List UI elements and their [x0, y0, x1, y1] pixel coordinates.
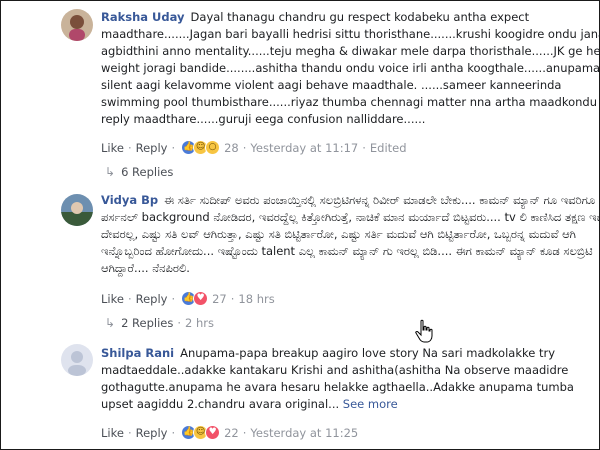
comment-text: Dayal thanagu chandru gu respect kodabek…	[101, 10, 600, 126]
comment-author[interactable]: Vidya Bp	[101, 193, 158, 207]
reply-arrow-icon: ↳	[105, 165, 116, 179]
comment-text: ಈ ಸರ್ತಿ ಸುದೀಪ್ ಅವರು ಪಂಚಾಯ್ತಿನಲ್ಲಿ ಸಲಬ್ರಿ…	[101, 193, 600, 275]
replies-count: 6 Replies	[121, 165, 174, 179]
timestamp[interactable]: Yesterday at 11:25	[250, 426, 358, 440]
like-button[interactable]: Like	[101, 292, 124, 306]
reply-arrow-icon: ↳	[105, 316, 116, 330]
reaction-count: 27	[212, 291, 227, 306]
edited-label[interactable]: Edited	[370, 141, 407, 155]
comment-author[interactable]: Raksha Uday	[101, 10, 185, 24]
separator: ·	[171, 140, 176, 155]
reply-button[interactable]: Reply	[136, 141, 168, 155]
love-reaction-icon: ♥	[193, 291, 209, 306]
separator: ·	[242, 425, 247, 440]
separator: ·	[171, 291, 176, 306]
separator: ·	[362, 140, 366, 155]
comment-author[interactable]: Shilpa Rani	[101, 346, 174, 360]
replies-count: 2 Replies	[121, 316, 174, 330]
comment-body: Shilpa Rani Anupama-papa breakup aagiro l…	[101, 345, 600, 413]
avatar[interactable]	[61, 9, 93, 41]
like-button[interactable]: Like	[101, 426, 124, 440]
reactions[interactable]: 👍 ☺ ♥	[181, 425, 221, 440]
separator: ·	[242, 140, 247, 155]
comments-panel: Raksha Uday Dayal thanagu chandru gu resp…	[0, 0, 600, 450]
love-reaction-icon: ♥	[205, 425, 221, 440]
reply-button[interactable]: Reply	[136, 426, 168, 440]
reactions[interactable]: 👍 ♥	[181, 291, 209, 306]
like-button[interactable]: Like	[101, 141, 124, 155]
timestamp[interactable]: 18 hrs	[238, 292, 274, 306]
separator: ·	[127, 140, 132, 155]
reaction-count: 28	[224, 140, 239, 155]
see-more-link[interactable]: See more	[343, 397, 398, 411]
separator: ·	[230, 291, 235, 306]
view-replies-link[interactable]: ↳ 2 Replies · 2 hrs	[105, 316, 214, 330]
reactions[interactable]: 👍 ☺ ○	[181, 140, 221, 155]
avatar[interactable]	[61, 194, 93, 226]
wow-reaction-icon: ○	[205, 140, 221, 155]
reaction-count: 22	[224, 425, 239, 440]
comment-actions: Like · Reply · 👍 ♥ 27 · 18 hrs	[101, 291, 275, 306]
comment-body: Vidya Bp ಈ ಸರ್ತಿ ಸುದೀಪ್ ಅವರು ಪಂಚಾಯ್ತಿನಲ್ಲ…	[101, 192, 600, 277]
hand-pointer-icon	[415, 319, 433, 347]
comment-actions: Like · Reply · 👍 ☺ ○ 28 · Yesterday at 1…	[101, 140, 407, 155]
reply-button[interactable]: Reply	[136, 292, 168, 306]
separator: ·	[127, 425, 132, 440]
separator: ·	[171, 425, 176, 440]
comment-actions: Like · Reply · 👍 ☺ ♥ 22 · Yesterday at 1…	[101, 425, 358, 440]
replies-timestamp: 2 hrs	[185, 316, 214, 330]
avatar[interactable]	[61, 344, 93, 376]
view-replies-link[interactable]: ↳ 6 Replies	[105, 165, 173, 179]
separator: ·	[127, 291, 132, 306]
timestamp[interactable]: Yesterday at 11:17	[250, 141, 358, 155]
comment-body: Raksha Uday Dayal thanagu chandru gu resp…	[101, 9, 600, 128]
separator: ·	[177, 316, 181, 330]
